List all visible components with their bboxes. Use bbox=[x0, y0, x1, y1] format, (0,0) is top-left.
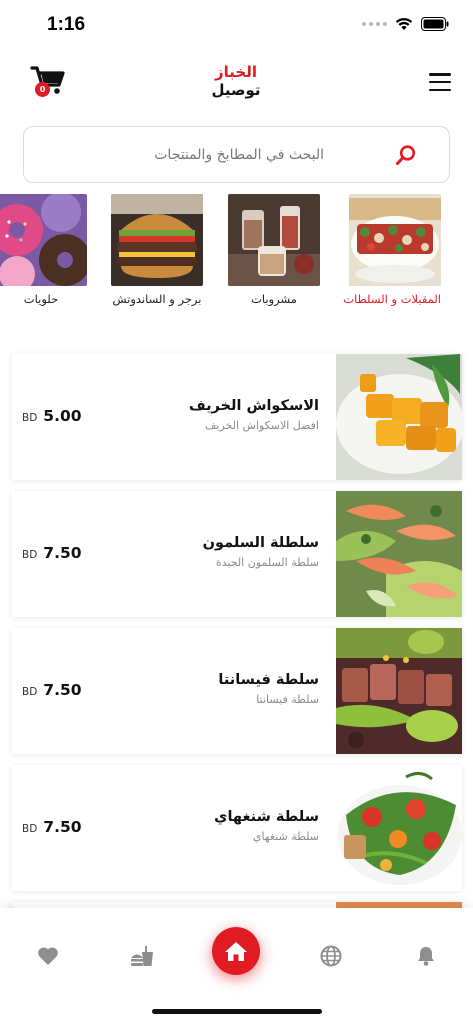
food-price: BD 5.00 bbox=[22, 407, 82, 425]
food-description: سلطة فيسانتا bbox=[256, 693, 319, 706]
food-image bbox=[336, 628, 462, 754]
food-item-squash[interactable]: الاسكواش الخريف افضل الاسكواش الخريف BD … bbox=[12, 354, 462, 480]
food-image bbox=[336, 354, 462, 480]
price-amount: 7.50 bbox=[43, 681, 82, 699]
category-sweets[interactable]: حلويات bbox=[0, 194, 87, 306]
price-amount: 7.50 bbox=[43, 544, 82, 562]
status-time: 1:16 bbox=[47, 14, 86, 35]
menu-icon[interactable] bbox=[429, 73, 451, 91]
food-description: سلطة السلمون الجيدة bbox=[215, 556, 319, 569]
app-header: 0 الخباز توصيل bbox=[0, 56, 473, 112]
category-label: المقبلات و السلطات bbox=[343, 292, 441, 306]
category-burgers[interactable]: برجر و الساندوتش bbox=[111, 194, 203, 306]
price-currency: BD bbox=[22, 686, 38, 698]
price-currency: BD bbox=[22, 412, 38, 424]
cart-button[interactable]: 0 bbox=[30, 64, 66, 100]
category-label: برجر و الساندوتش bbox=[112, 292, 202, 306]
food-name: سلطة شنغهاي bbox=[214, 809, 319, 825]
food-price: BD 7.50 bbox=[22, 544, 82, 562]
status-icons bbox=[362, 17, 449, 31]
category-drinks[interactable]: مشروبات bbox=[228, 194, 320, 306]
bottom-navigation bbox=[0, 908, 473, 1024]
search-input[interactable] bbox=[24, 146, 324, 163]
heart-icon bbox=[38, 947, 58, 965]
category-image bbox=[228, 194, 320, 286]
cart-count-badge: 0 bbox=[35, 82, 50, 97]
language-tab[interactable] bbox=[317, 942, 345, 970]
category-appetizers[interactable]: المقبلات و السلطات bbox=[343, 194, 441, 306]
category-label: مشروبات bbox=[251, 292, 297, 306]
home-icon bbox=[225, 942, 247, 961]
home-tab[interactable] bbox=[212, 927, 260, 975]
logo-top-text: الخباز bbox=[215, 63, 257, 81]
app-logo: الخباز توصيل bbox=[186, 63, 286, 99]
food-price: BD 7.50 bbox=[22, 681, 82, 699]
logo-bottom-text: توصيل bbox=[211, 81, 261, 99]
food-price: BD 7.50 bbox=[22, 818, 82, 836]
globe-icon bbox=[320, 945, 342, 967]
bell-icon bbox=[418, 947, 434, 966]
price-amount: 5.00 bbox=[43, 407, 82, 425]
cellular-signal-icon bbox=[362, 22, 387, 26]
food-item-salmon-salad[interactable]: سلطلة السلمون سلطة السلمون الجيدة BD 7.5… bbox=[12, 491, 462, 617]
fastfood-icon bbox=[131, 946, 153, 966]
food-name: سلطلة السلمون bbox=[202, 535, 319, 551]
food-image bbox=[336, 491, 462, 617]
status-bar: 1:16 bbox=[0, 0, 473, 50]
search-icon bbox=[396, 145, 416, 165]
price-currency: BD bbox=[22, 823, 38, 835]
category-label: حلويات bbox=[23, 292, 59, 306]
food-name: الاسكواش الخريف bbox=[188, 398, 319, 414]
category-image bbox=[111, 194, 203, 286]
favorites-tab[interactable] bbox=[34, 942, 62, 970]
price-currency: BD bbox=[22, 549, 38, 561]
search-bar[interactable] bbox=[23, 126, 450, 183]
notifications-tab[interactable] bbox=[412, 942, 440, 970]
category-strip: المقبلات و السلطات مشروبات برجر و الساند… bbox=[0, 194, 473, 310]
category-image bbox=[349, 194, 441, 286]
food-description: سلطة شنغهاي bbox=[252, 830, 319, 843]
restaurants-tab[interactable] bbox=[128, 942, 156, 970]
food-description: افضل الاسكواش الخريف bbox=[205, 419, 319, 432]
food-name: سلطة فيسانتا bbox=[218, 672, 319, 688]
price-amount: 7.50 bbox=[43, 818, 82, 836]
wifi-icon bbox=[395, 17, 413, 30]
food-image bbox=[336, 765, 462, 891]
food-item-shanghai-salad[interactable]: سلطة شنغهاي سلطة شنغهاي BD 7.50 bbox=[12, 765, 462, 891]
food-item-vicenta-salad[interactable]: سلطة فيسانتا سلطة فيسانتا BD 7.50 bbox=[12, 628, 462, 754]
battery-icon bbox=[421, 17, 449, 31]
category-image bbox=[0, 194, 87, 286]
home-indicator bbox=[152, 1009, 322, 1014]
app-screen: 1:16 0 الخباز توصيل البحث في المطابخ وال… bbox=[0, 0, 473, 1024]
